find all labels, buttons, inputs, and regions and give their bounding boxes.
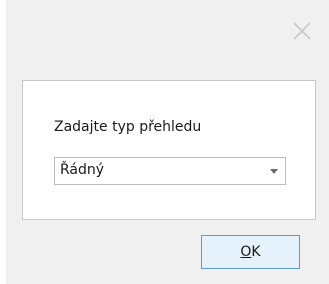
ok-label-rest: K — [251, 244, 261, 260]
ok-button[interactable]: OK — [201, 235, 300, 269]
report-type-select[interactable]: Řádný — [54, 157, 286, 185]
close-icon — [293, 22, 311, 40]
dropdown-arrow-icon[interactable] — [269, 168, 279, 176]
dialog-window: Zadajte typ přehledu Řádný OK — [6, 0, 329, 284]
content-panel: Zadajte typ přehledu Řádný — [22, 80, 316, 220]
prompt-label: Zadajte typ přehledu — [54, 119, 202, 135]
title-bar — [6, 0, 329, 66]
close-button[interactable] — [291, 20, 313, 42]
select-value: Řádný — [60, 162, 105, 178]
ok-mnemonic: O — [240, 244, 252, 260]
